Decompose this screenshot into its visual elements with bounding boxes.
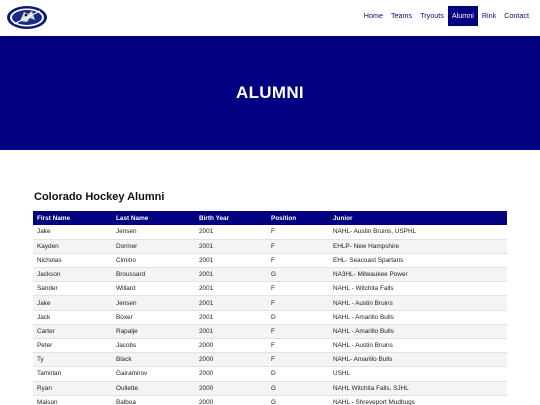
- table-cell: F: [271, 299, 275, 307]
- table-cell: Sander: [37, 285, 58, 293]
- table-row: Ryan Oullette 2000 G NAHL Witchita Falls, SJ…: [33, 381, 507, 396]
- table-cell: NAHL - Shreveport Mudbugs: [333, 398, 415, 405]
- column-header-birth-year: Birth Year: [195, 211, 267, 225]
- column-header-first-name: First Name: [33, 211, 112, 225]
- team-logo-icon[interactable]: [6, 5, 48, 30]
- table-cell: F: [271, 285, 275, 293]
- column-header-last-name: Last Name: [112, 211, 195, 225]
- table-cell: F: [271, 228, 275, 236]
- table-cell: Jake: [37, 228, 51, 236]
- top-navigation-bar: Home Teams Tryouts Alumni Rink Contact: [0, 0, 540, 36]
- table-cell: Peter: [37, 342, 53, 350]
- nav-item-teams[interactable]: Teams: [387, 6, 416, 26]
- table-cell: 2001: [199, 313, 214, 321]
- table-cell: NA3HL- Milwaukee Power: [333, 271, 408, 279]
- table-cell: 2001: [199, 271, 214, 279]
- table-cell: F: [271, 356, 275, 364]
- table-row: Jake Jensen 2001 F NAHL- Austin Bruins, USPH…: [33, 225, 507, 240]
- table-cell: Dormer: [116, 242, 138, 250]
- table-cell: F: [271, 342, 275, 350]
- table-cell: D: [271, 370, 276, 378]
- page-title: ALUMNI: [236, 83, 304, 102]
- table-cell: Gairamirov: [116, 370, 148, 378]
- table-cell: 2000: [199, 398, 214, 405]
- table-cell: Black: [116, 356, 132, 364]
- table-cell: Jensen: [116, 228, 137, 236]
- table-cell: NAHL - Amarillo Bulls: [333, 313, 394, 321]
- table-cell: 2001: [199, 285, 214, 293]
- table-cell: Ty: [37, 356, 44, 364]
- alumni-table: First Name Last Name Birth Year Position Jun…: [33, 211, 507, 405]
- table-cell: F: [271, 327, 275, 335]
- table-cell: 2000: [199, 356, 214, 364]
- nav-item-rink[interactable]: Rink: [478, 6, 500, 26]
- table-cell: Carter: [37, 327, 55, 335]
- alumni-table-container: First Name Last Name Birth Year Position Jun…: [33, 211, 507, 405]
- table-cell: G: [271, 398, 276, 405]
- table-cell: NAHL- Amarillo Bulls: [333, 356, 393, 364]
- table-cell: Tamirlan: [37, 370, 62, 378]
- table-cell: Jacobs: [116, 342, 137, 350]
- table-header-row: First Name Last Name Birth Year Position Jun…: [33, 211, 507, 225]
- table-cell: Maison: [37, 398, 58, 405]
- table-cell: 2001: [199, 256, 214, 264]
- table-cell: G: [271, 384, 276, 392]
- table-row: Carter Rapalje 2001 F NAHL - Amarillo Bulls: [33, 324, 507, 339]
- table-cell: 2001: [199, 299, 214, 307]
- table-cell: NAHL- Austin Bruins, USPHL: [333, 228, 417, 236]
- table-cell: D: [271, 313, 276, 321]
- table-cell: NAHL Witchita Falls, SJHL: [333, 384, 409, 392]
- nav-item-home[interactable]: Home: [360, 6, 387, 26]
- table-cell: Jackson: [37, 271, 61, 279]
- table-row: Maison Balboa 2000 G NAHL - Shreveport Mudbu…: [33, 395, 507, 405]
- table-cell: Jack: [37, 313, 51, 321]
- nav-item-alumni[interactable]: Alumni: [447, 6, 478, 26]
- table-cell: Rapalje: [116, 327, 138, 335]
- table-row: Peter Jacobs 2000 F NAHL - Austin Bruins: [33, 339, 507, 353]
- column-header-junior: Junior: [329, 211, 507, 225]
- table-cell: NAHL - Austin Bruins: [333, 299, 393, 307]
- table-cell: Ryan: [37, 384, 52, 392]
- hero-banner: ALUMNI: [0, 36, 540, 150]
- table-cell: Nicholas: [37, 256, 62, 264]
- table-cell: 2001: [199, 327, 214, 335]
- nav-item-contact[interactable]: Contact: [500, 6, 533, 26]
- table-row: Jackson Broussard 2001 G NA3HL- Milwaukee Po…: [33, 267, 507, 282]
- table-row: Jake Jensen 2001 F NAHL - Austin Bruins: [33, 295, 507, 311]
- table-cell: NAHL - Austin Bruins: [333, 342, 393, 350]
- table-row: Jack Boxer 2001 D NAHL - Amarillo Bulls: [33, 310, 507, 325]
- table-cell: Jake: [37, 299, 51, 307]
- table-cell: 2001: [199, 242, 214, 250]
- table-cell: Cimino: [116, 256, 136, 264]
- table-row: Nicholas Cimino 2001 F EHL- Seacoast Spartan…: [33, 253, 507, 268]
- main-nav: Home Teams Tryouts Alumni Rink Contact: [360, 6, 533, 26]
- table-cell: EHL- Seacoast Spartans: [333, 256, 404, 264]
- table-row: Sander Willard 2001 F NAHL - Witchita Falls: [33, 282, 507, 296]
- table-body: Jake Jensen 2001 F NAHL- Austin Bruins, USPH…: [33, 225, 507, 405]
- table-cell: 2000: [199, 370, 214, 378]
- table-row: Kayden Dormer 2001 F EHLP- New Hampshire: [33, 239, 507, 254]
- column-header-position: Position: [267, 211, 329, 225]
- table-cell: Broussard: [116, 271, 146, 279]
- table-cell: G: [271, 271, 276, 279]
- table-cell: EHLP- New Hampshire: [333, 242, 400, 250]
- table-cell: Jensen: [116, 299, 137, 307]
- table-cell: 2000: [199, 384, 214, 392]
- table-cell: 2000: [199, 342, 214, 350]
- table-cell: NAHL - Witchita Falls: [333, 285, 394, 293]
- table-cell: Boxer: [116, 313, 133, 321]
- table-cell: F: [271, 242, 275, 250]
- table-cell: Balboa: [116, 398, 136, 405]
- table-row: Ty Black 2000 F NAHL- Amarillo Bulls: [33, 352, 507, 367]
- table-cell: Oullette: [116, 384, 139, 392]
- table-cell: Kayden: [37, 242, 59, 250]
- section-title: Colorado Hockey Alumni: [34, 191, 165, 203]
- nav-item-tryouts[interactable]: Tryouts: [416, 6, 448, 26]
- table-cell: F: [271, 256, 275, 264]
- table-cell: 2001: [199, 228, 214, 236]
- table-cell: USHL: [333, 370, 351, 378]
- table-cell: Willard: [116, 285, 136, 293]
- table-cell: NAHL - Amarillo Bulls: [333, 327, 394, 335]
- table-row: Tamirlan Gairamirov 2000 D USHL: [33, 367, 507, 382]
